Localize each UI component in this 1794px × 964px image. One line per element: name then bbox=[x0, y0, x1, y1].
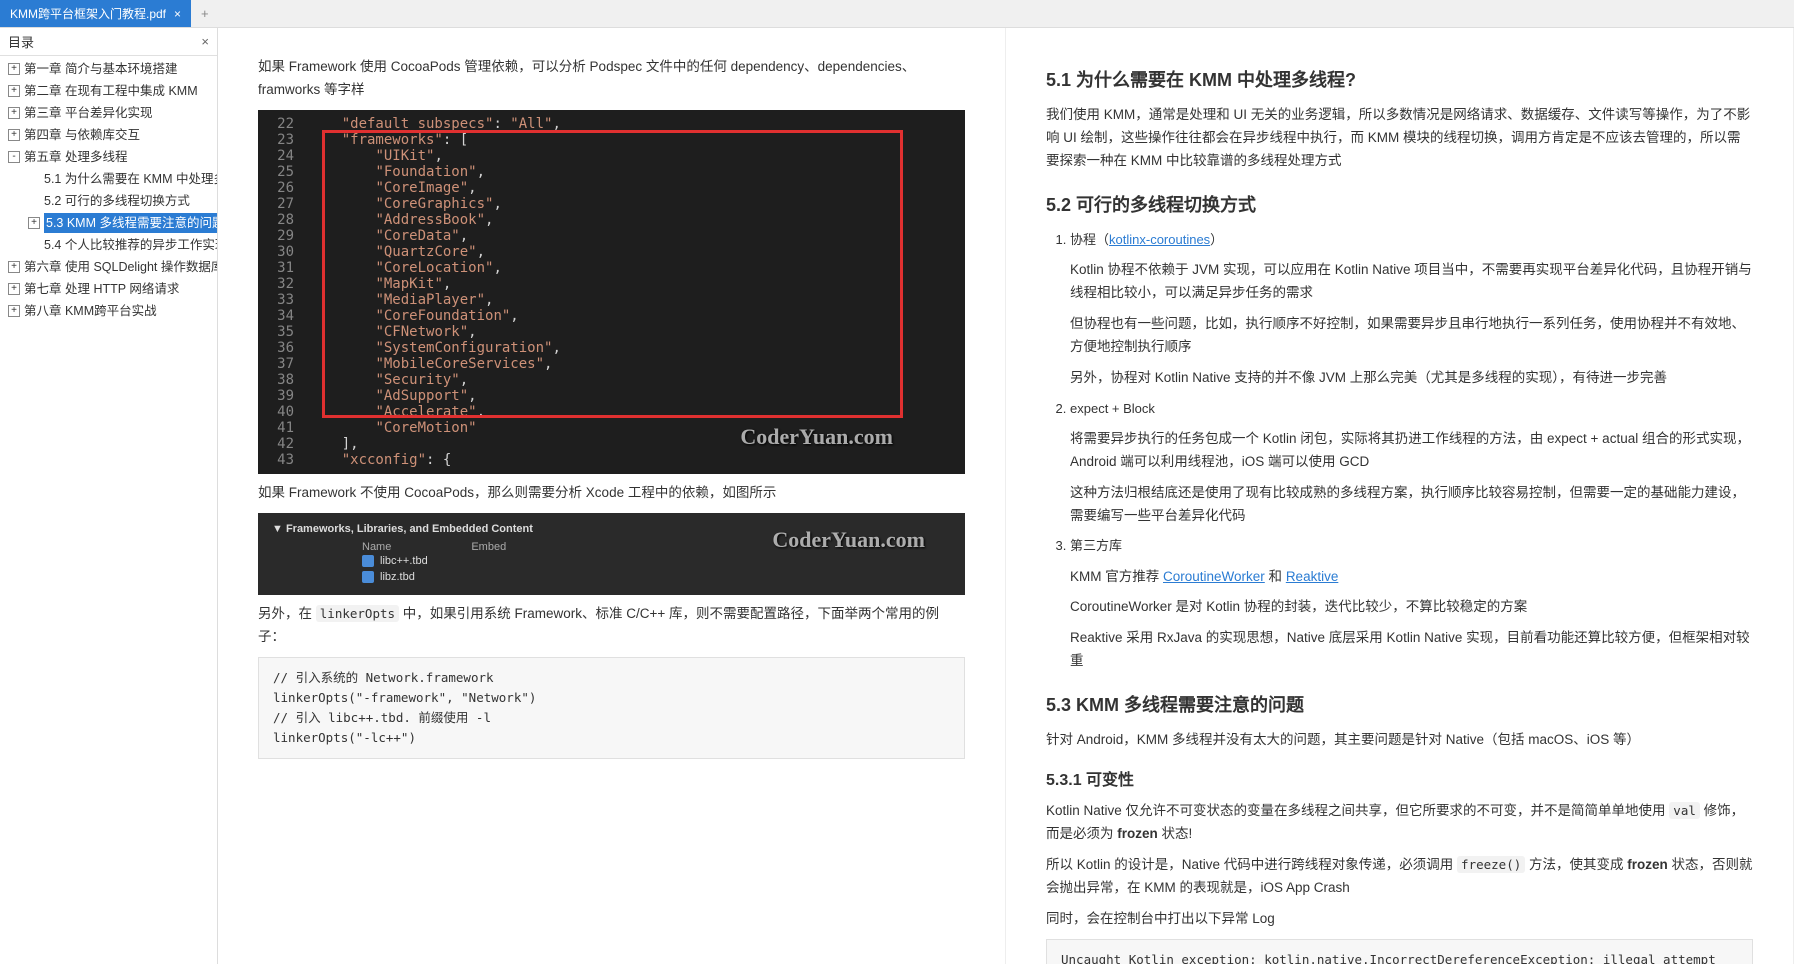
toc-close-icon[interactable]: × bbox=[201, 34, 209, 49]
expander-icon[interactable]: + bbox=[28, 217, 40, 229]
toc-label: 第八章 KMM跨平台实战 bbox=[24, 301, 157, 321]
paragraph: 针对 Android，KMM 多线程并没有太大的问题，其主要问题是针对 Nati… bbox=[1046, 729, 1753, 752]
paragraph: 这种方法归根结底还是使用了现有比较成熟的多线程方案，执行顺序比较容易控制，但需要… bbox=[1070, 482, 1753, 528]
paragraph: CoroutineWorker 是对 Kotlin 协程的封装，迭代比较少，不算… bbox=[1070, 596, 1753, 619]
paragraph: 另外，协程对 Kotlin Native 支持的并不像 JVM 上那么完美（尤其… bbox=[1070, 367, 1753, 390]
file-icon bbox=[362, 555, 374, 567]
heading-51: 5.1 为什么需要在 KMM 中处理多线程? bbox=[1046, 66, 1753, 92]
xcode-col-name: Name bbox=[362, 541, 391, 553]
list-item: expect + Block 将需要异步执行的任务包成一个 Kotlin 闭包，… bbox=[1070, 398, 1753, 528]
paragraph: 我们使用 KMM，通常是处理和 UI 无关的业务逻辑，所以多数情况是网络请求、数… bbox=[1046, 104, 1753, 173]
toc-label: 5.3 KMM 多线程需要注意的问题 bbox=[44, 213, 218, 233]
toc-item[interactable]: 5.2 可行的多线程切换方式 bbox=[0, 190, 217, 212]
toc-item[interactable]: +5.3 KMM 多线程需要注意的问题 bbox=[0, 212, 217, 234]
toc-item[interactable]: + 第二章 在现有工程中集成 KMM bbox=[0, 80, 217, 102]
heading-53: 5.3 KMM 多线程需要注意的问题 bbox=[1046, 691, 1753, 717]
code-block-linkeropts: // 引入系统的 Network.framework linkerOpts("-… bbox=[258, 657, 965, 759]
toc-sidebar: 目录 × + 第一章 简介与基本环境搭建 + 第二章 在现有工程中集成 KMM + 第三章… bbox=[0, 28, 218, 964]
list-item: 协程（kotlinx-coroutines） Kotlin 协程不依赖于 JVM… bbox=[1070, 229, 1753, 390]
code-block-exception: Uncaught Kotlin exception: kotlin.native… bbox=[1046, 939, 1753, 964]
toc-item[interactable]: + 第四章 与依赖库交互 bbox=[0, 124, 217, 146]
toc-label: 第五章 处理多线程 bbox=[24, 147, 127, 167]
paragraph: 所以 Kotlin 的设计是，Native 代码中进行跨线程对象传递，必须调用 … bbox=[1046, 854, 1753, 900]
toc-label: 第七章 处理 HTTP 网络请求 bbox=[24, 279, 179, 299]
code-block-podspec: 22 "default_subspecs": "All",23 "framewo… bbox=[258, 110, 965, 474]
xcode-row: libz.tbd bbox=[272, 569, 951, 585]
inline-code: linkerOpts bbox=[316, 605, 399, 622]
expander-icon[interactable]: + bbox=[8, 283, 20, 295]
expander-icon[interactable]: + bbox=[8, 63, 20, 75]
toc-item[interactable]: 5.1 为什么需要在 KMM 中处理多线程? bbox=[0, 168, 217, 190]
tab-title: KMM跨平台框架入门教程.pdf bbox=[10, 5, 166, 22]
toc-header: 目录 × bbox=[0, 28, 217, 56]
heading-531: 5.3.1 可变性 bbox=[1046, 766, 1753, 790]
toc-item[interactable]: + 第六章 使用 SQLDelight 操作数据库 bbox=[0, 256, 217, 278]
toc-label: 5.2 可行的多线程切换方式 bbox=[44, 191, 190, 211]
tab-close-icon[interactable]: × bbox=[174, 7, 181, 21]
expander-icon[interactable]: + bbox=[8, 129, 20, 141]
toc-label: 第三章 平台差异化实现 bbox=[24, 103, 152, 123]
toc-list: + 第一章 简介与基本环境搭建 + 第二章 在现有工程中集成 KMM + 第三章 平台差异… bbox=[0, 56, 217, 324]
paragraph: 将需要异步执行的任务包成一个 Kotlin 闭包，实际将其扔进工作线程的方法，由… bbox=[1070, 428, 1753, 474]
list-item: 第三方库 KMM 官方推荐 CoroutineWorker 和 Reaktive… bbox=[1070, 535, 1753, 673]
xcode-col-embed: Embed bbox=[471, 541, 506, 553]
link-coroutineworker[interactable]: CoroutineWorker bbox=[1163, 569, 1265, 584]
tab-active[interactable]: KMM跨平台框架入门教程.pdf × bbox=[0, 0, 191, 27]
toc-label: 5.1 为什么需要在 KMM 中处理多线程? bbox=[44, 169, 218, 189]
link-reaktive[interactable]: Reaktive bbox=[1286, 569, 1339, 584]
paragraph: Reaktive 采用 RxJava 的实现思想，Native 底层采用 Kot… bbox=[1070, 627, 1753, 673]
inline-code: val bbox=[1669, 802, 1700, 819]
toc-item[interactable]: + 第八章 KMM跨平台实战 bbox=[0, 300, 217, 322]
toc-item[interactable]: 5.4 个人比较推荐的异步工作实现方案 bbox=[0, 234, 217, 256]
paragraph: 同时，会在控制台中打出以下异常 Log bbox=[1046, 908, 1753, 931]
heading-52: 5.2 可行的多线程切换方式 bbox=[1046, 191, 1753, 217]
xcode-section-title: ▼ Frameworks, Libraries, and Embedded Co… bbox=[272, 523, 951, 535]
toc-label: 第二章 在现有工程中集成 KMM bbox=[24, 81, 198, 101]
tab-bar: KMM跨平台框架入门教程.pdf × + bbox=[0, 0, 1794, 28]
toc-label: 5.4 个人比较推荐的异步工作实现方案 bbox=[44, 235, 218, 255]
xcode-row: libc++.tbd bbox=[272, 553, 951, 569]
paragraph: 另外，在 linkerOpts 中，如果引用系统 Framework、标准 C/… bbox=[258, 603, 965, 649]
toc-label: 第一章 简介与基本环境搭建 bbox=[24, 59, 177, 79]
page-right: 5.1 为什么需要在 KMM 中处理多线程? 我们使用 KMM，通常是处理和 U… bbox=[1006, 28, 1794, 964]
toc-item[interactable]: + 第三章 平台差异化实现 bbox=[0, 102, 217, 124]
toc-item[interactable]: + 第一章 简介与基本环境搭建 bbox=[0, 58, 217, 80]
expander-icon[interactable]: + bbox=[8, 107, 20, 119]
paragraph: 但协程也有一些问题，比如，执行顺序不好控制，如果需要异步且串行地执行一系列任务，… bbox=[1070, 313, 1753, 359]
paragraph: Kotlin 协程不依赖于 JVM 实现，可以应用在 Kotlin Native… bbox=[1070, 259, 1753, 305]
page-left: 如果 Framework 使用 CocoaPods 管理依赖，可以分析 Pods… bbox=[218, 28, 1006, 964]
toc-title: 目录 bbox=[8, 32, 34, 51]
toc-item[interactable]: -第五章 处理多线程 bbox=[0, 146, 217, 168]
file-icon bbox=[362, 571, 374, 583]
inline-code: freeze() bbox=[1457, 856, 1525, 873]
tab-add-button[interactable]: + bbox=[191, 0, 219, 27]
paragraph: KMM 官方推荐 CoroutineWorker 和 Reaktive bbox=[1070, 566, 1753, 589]
toc-label: 第四章 与依赖库交互 bbox=[24, 125, 140, 145]
expander-icon[interactable]: + bbox=[8, 261, 20, 273]
expander-icon[interactable]: - bbox=[8, 151, 20, 163]
expander-icon[interactable]: + bbox=[8, 305, 20, 317]
link-coroutines[interactable]: kotlinx-coroutines bbox=[1109, 232, 1210, 247]
paragraph: Kotlin Native 仅允许不可变状态的变量在多线程之间共享，但它所要求的… bbox=[1046, 800, 1753, 846]
paragraph: 如果 Framework 使用 CocoaPods 管理依赖，可以分析 Pods… bbox=[258, 56, 965, 102]
expander-icon[interactable]: + bbox=[8, 85, 20, 97]
toc-label: 第六章 使用 SQLDelight 操作数据库 bbox=[24, 257, 218, 277]
paragraph: 如果 Framework 不使用 CocoaPods，那么则需要分析 Xcode… bbox=[258, 482, 965, 505]
xcode-frameworks-box: ▼ Frameworks, Libraries, and Embedded Co… bbox=[258, 513, 965, 595]
toc-item[interactable]: + 第七章 处理 HTTP 网络请求 bbox=[0, 278, 217, 300]
